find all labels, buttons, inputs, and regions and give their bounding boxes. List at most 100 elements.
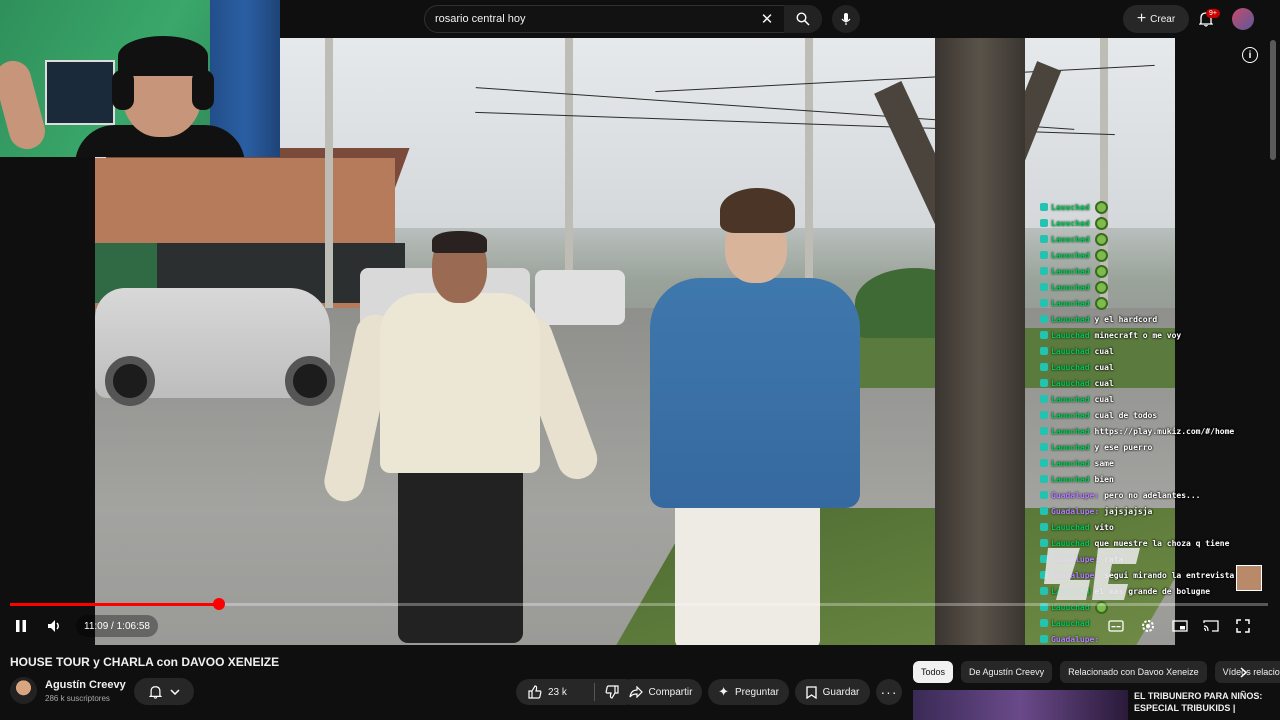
chat-text: y el hardcord — [1094, 314, 1158, 324]
progress-bar[interactable] — [10, 598, 1268, 610]
chat-message: Lauuchad — [1040, 199, 1270, 215]
chat-text: cual — [1094, 378, 1114, 388]
like-button[interactable]: 23 k — [528, 685, 594, 699]
voice-search-button[interactable] — [832, 5, 860, 33]
filter-chip[interactable]: De Agustín Creevy — [961, 661, 1053, 683]
chat-badge-icon — [1040, 379, 1048, 387]
chat-badge-icon — [1040, 491, 1048, 499]
recommended-video-thumbnail[interactable] — [913, 690, 1128, 720]
dislike-button[interactable] — [605, 685, 619, 699]
chat-username: Lauuchad — [1051, 234, 1090, 244]
settings-button[interactable] — [1136, 616, 1160, 636]
chat-message: Lauuchad cual — [1040, 391, 1270, 407]
chat-text: cual — [1094, 362, 1114, 372]
chat-username: Lauuchad — [1051, 410, 1090, 420]
account-avatar[interactable] — [1232, 8, 1254, 30]
bookmark-icon — [806, 685, 817, 699]
chat-badge-icon — [1040, 523, 1048, 531]
volume-button[interactable] — [43, 616, 67, 636]
chat-badge-icon — [1040, 203, 1048, 211]
cast-icon — [1203, 620, 1219, 632]
subscriber-count: 286 k suscriptores — [45, 694, 110, 703]
chat-badge-icon — [1040, 267, 1048, 275]
info-icon[interactable]: i — [1242, 47, 1258, 63]
chat-username: Lauuchad — [1051, 522, 1090, 532]
fullscreen-button[interactable] — [1231, 616, 1255, 636]
share-icon — [628, 686, 643, 698]
chat-badge-icon — [1040, 235, 1048, 243]
chat-username: Lauuchad — [1051, 458, 1090, 468]
chat-message: Guadalupe: jajsjajsja — [1040, 503, 1270, 519]
chat-message: Lauuchad vito — [1040, 519, 1270, 535]
chat-message: Lauuchad — [1040, 295, 1270, 311]
miniplayer-button[interactable] — [1168, 616, 1192, 636]
chat-username: Lauuchad — [1051, 314, 1090, 324]
create-button[interactable]: + Crear — [1123, 5, 1189, 33]
chat-username: Lauuchad — [1051, 362, 1090, 372]
chat-username: Lauuchad — [1051, 218, 1090, 228]
person-white-sweater — [320, 231, 603, 645]
search-input[interactable]: rosario central hoy — [435, 13, 526, 25]
chat-message: Lauuchad y ese puerro — [1040, 439, 1270, 455]
chat-badge-icon — [1040, 427, 1048, 435]
channel-avatar[interactable] — [10, 677, 37, 704]
chat-text: cual de todos — [1094, 410, 1158, 420]
chat-text: minecraft o me voy — [1094, 330, 1182, 340]
progress-played — [10, 603, 220, 606]
cast-button[interactable] — [1199, 616, 1223, 636]
chat-message: Lauuchad — [1040, 247, 1270, 263]
filter-chip[interactable]: Todos — [913, 661, 954, 683]
chat-username: Guadalupe: — [1051, 634, 1100, 644]
chat-username: Lauuchad — [1051, 330, 1090, 340]
mic-icon — [841, 13, 851, 25]
clear-search-button[interactable]: ✕ — [755, 7, 779, 31]
chevron-right-icon — [1239, 666, 1247, 678]
chat-message: Lauuchad https://play.mukiz.com/#/home — [1040, 423, 1270, 439]
ask-button[interactable]: ✦ Preguntar — [708, 679, 789, 705]
channel-name[interactable]: Agustín Creevy — [45, 679, 126, 691]
video-title: HOUSE TOUR y CHARLA con DAVOO XENEIZE — [10, 655, 280, 669]
chat-text: bien — [1094, 474, 1114, 484]
chat-avatar — [1236, 565, 1262, 591]
clear-icon: ✕ — [760, 11, 774, 28]
chat-message: Lauuchad — [1040, 215, 1270, 231]
time-display: 11:09 / 1:06:58 — [76, 615, 158, 637]
chat-badge-icon — [1040, 251, 1048, 259]
chips-next-button[interactable] — [1232, 661, 1254, 683]
search-button[interactable] — [784, 5, 822, 33]
like-icon — [528, 685, 542, 699]
chat-username: Lauuchad — [1051, 346, 1090, 356]
video-player[interactable]: Lauuchad Lauuchad Lauuchad Lauuchad Lauuchad… — [0, 0, 1280, 645]
chat-message: Lauuchad cual — [1040, 343, 1270, 359]
subtitles-icon — [1108, 620, 1124, 632]
chat-emote-icon — [1094, 200, 1108, 214]
chat-username: Lauuchad — [1051, 474, 1090, 484]
recommended-video-title[interactable]: EL TRIBUNERO PARA NIÑOS: ESPECIAL TRIBUK… — [1134, 690, 1274, 714]
pause-icon — [16, 620, 26, 632]
related-filter-chips: Todos De Agustín Creevy Relacionado con Da… — [913, 661, 1280, 683]
share-label: Compartir — [648, 686, 693, 698]
chat-emote-icon — [1094, 216, 1108, 230]
chat-badge-icon — [1040, 219, 1048, 227]
chat-message: Lauuchad cual de todos — [1040, 407, 1270, 423]
chat-badge-icon — [1040, 363, 1048, 371]
more-actions-button[interactable]: ··· — [876, 679, 902, 705]
chat-badge-icon — [1040, 459, 1048, 467]
dislike-icon — [605, 685, 619, 699]
chat-message: Lauuchad — [1040, 279, 1270, 295]
chat-text: vito — [1094, 522, 1114, 532]
chat-text: y ese puerro — [1094, 442, 1153, 452]
bell-icon — [148, 685, 162, 699]
chevron-down-icon — [169, 688, 180, 695]
chat-text: cual — [1094, 346, 1114, 356]
filter-chip[interactable]: Relacionado con Davoo Xeneize — [1060, 661, 1207, 683]
save-button[interactable]: Guardar — [795, 679, 870, 705]
chat-username: Lauuchad — [1051, 298, 1090, 308]
chat-logo-watermark — [1040, 540, 1148, 610]
share-button[interactable]: Compartir — [619, 679, 702, 705]
subtitles-button[interactable] — [1104, 616, 1128, 636]
subscribed-notifications-button[interactable] — [134, 678, 194, 705]
page-scrollbar[interactable] — [1270, 40, 1276, 160]
chat-badge-icon — [1040, 395, 1048, 403]
pause-button[interactable] — [9, 616, 33, 636]
